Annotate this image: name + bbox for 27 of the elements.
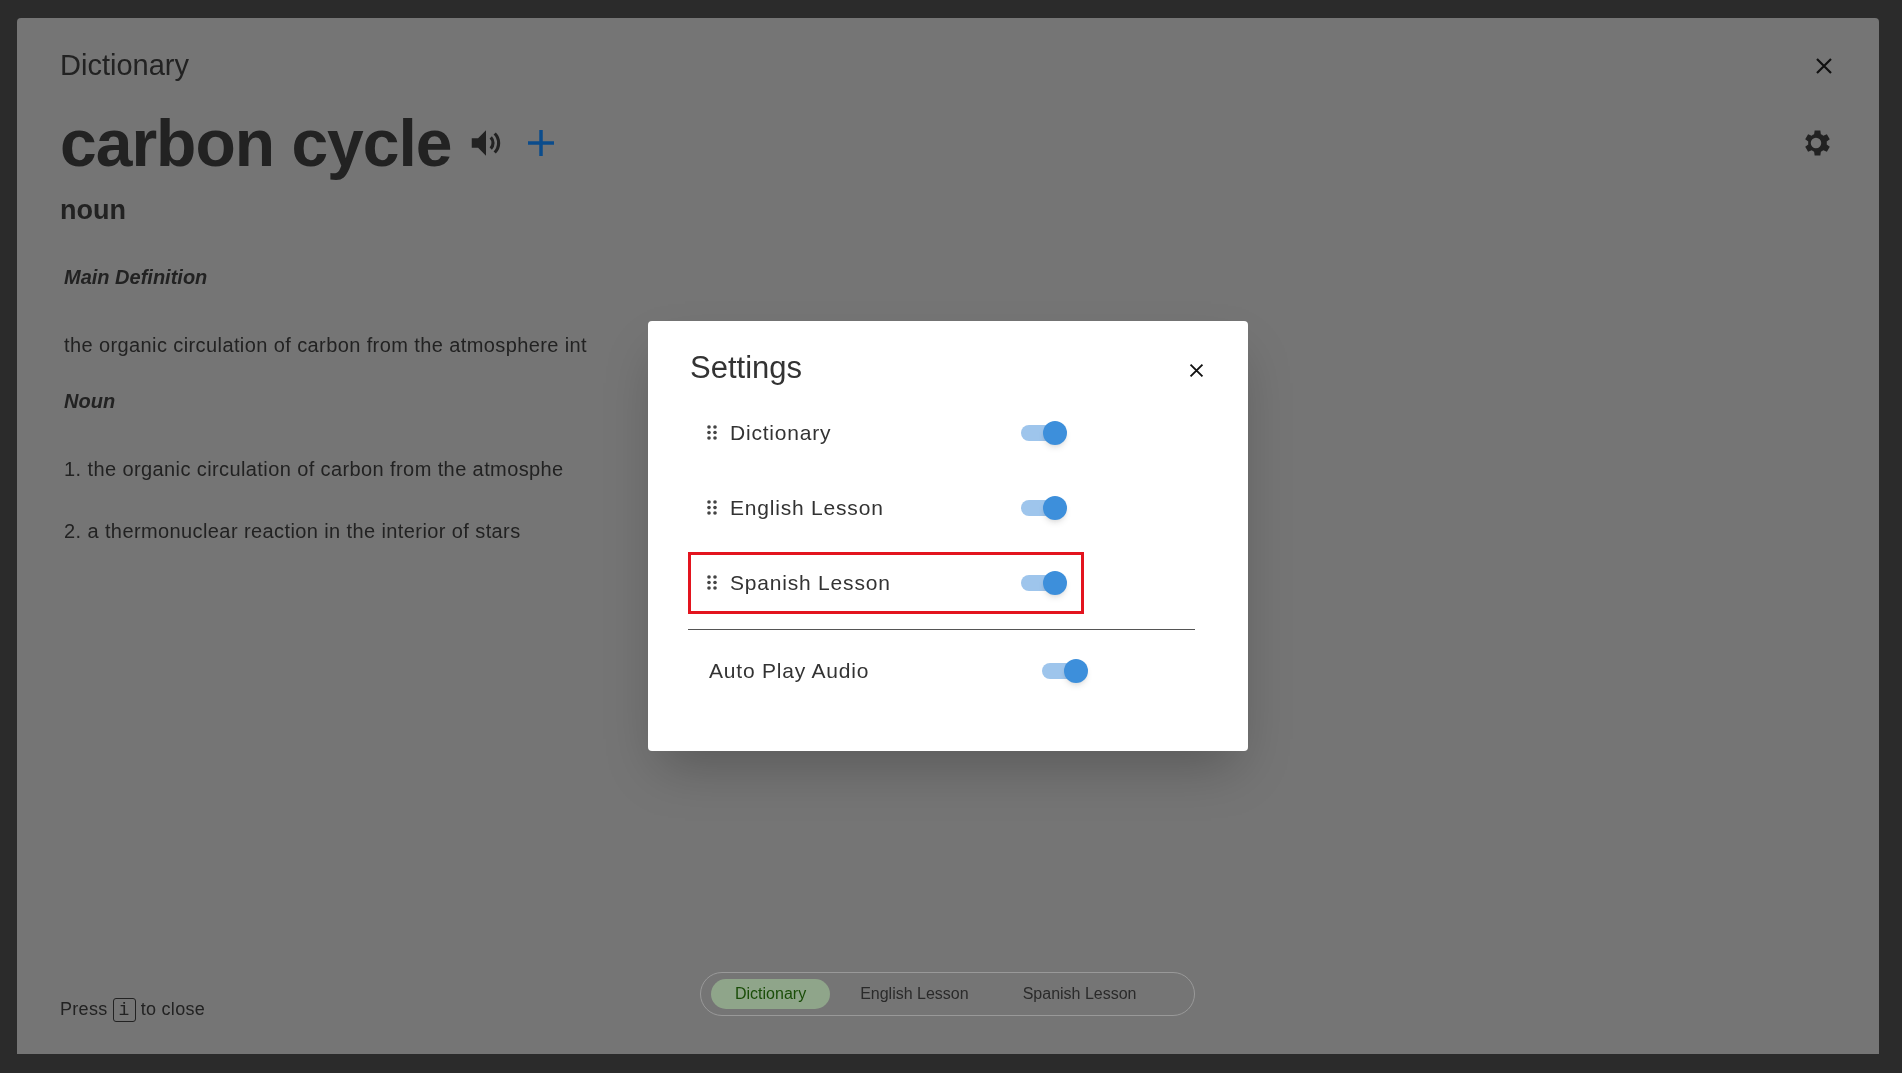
section-heading: Main Definition xyxy=(64,265,208,290)
setting-label: Dictionary xyxy=(730,419,833,446)
footer-text: Press xyxy=(60,998,108,1021)
drag-handle-icon[interactable] xyxy=(707,575,717,590)
toggle-switch[interactable] xyxy=(1019,420,1067,445)
toggle-switch[interactable] xyxy=(1019,570,1067,595)
setting-label: English Lesson xyxy=(730,494,885,521)
footer-text: to close xyxy=(140,998,206,1021)
tab[interactable]: Dictionary xyxy=(711,979,831,1009)
definition-text: 2. a thermonuclear reaction in the interior of stars xyxy=(64,519,521,544)
setting-label: Spanish Lesson xyxy=(730,569,892,596)
toggle-switch[interactable] xyxy=(1040,658,1088,683)
dialog-title: Settings xyxy=(690,349,802,387)
panel-title: Dictionary xyxy=(60,48,189,83)
section-heading: Noun xyxy=(64,389,116,414)
toggle-switch[interactable] xyxy=(1019,495,1067,520)
part-of-speech: noun xyxy=(60,193,126,227)
drag-handle-icon[interactable] xyxy=(707,425,717,440)
definition-text: the organic circulation of carbon from the atmosphere int xyxy=(64,333,588,358)
key-cap: i xyxy=(112,997,136,1022)
tab[interactable]: English Lesson xyxy=(836,979,993,1009)
close-icon[interactable] xyxy=(1188,361,1205,379)
plus-icon[interactable] xyxy=(525,127,556,158)
definition-text: 1. the organic circulation of carbon from the atmosphe xyxy=(64,457,564,482)
tab[interactable]: Spanish Lesson xyxy=(998,979,1161,1009)
setting-label: Auto Play Audio xyxy=(709,657,871,684)
drag-handle-icon[interactable] xyxy=(707,500,717,515)
